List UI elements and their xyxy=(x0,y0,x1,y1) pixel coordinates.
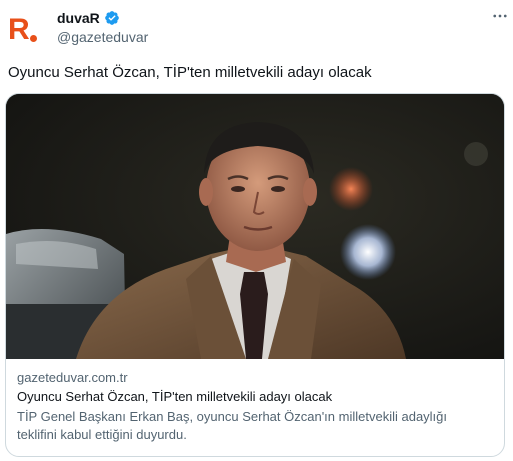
author-name-row: duvaR xyxy=(57,10,120,26)
tweet[interactable]: R duvaR @gazeteduvar Oyuncu Serhat Özcan… xyxy=(0,0,513,461)
card-photo xyxy=(6,94,504,359)
link-preview-card[interactable]: gazeteduvar.com.tr Oyuncu Serhat Özcan, … xyxy=(5,93,505,457)
avatar-logo-letter: R xyxy=(8,13,30,46)
more-options-button[interactable] xyxy=(490,6,510,26)
avatar[interactable]: R xyxy=(8,10,48,50)
card-domain: gazeteduvar.com.tr xyxy=(17,370,128,385)
card-title: Oyuncu Serhat Özcan, TİP'ten milletvekil… xyxy=(17,389,333,404)
author-display-name[interactable]: duvaR xyxy=(57,10,100,26)
more-horizontal-icon xyxy=(493,14,507,18)
card-description: TİP Genel Başkanı Erkan Baş, oyuncu Serh… xyxy=(17,409,448,442)
author-handle[interactable]: @gazeteduvar xyxy=(57,29,148,45)
tweet-text: Oyuncu Serhat Özcan, TİP'ten milletvekil… xyxy=(8,64,372,81)
card-image[interactable] xyxy=(6,94,504,359)
verified-badge-icon xyxy=(104,11,119,25)
avatar-logo-dot xyxy=(29,35,37,42)
